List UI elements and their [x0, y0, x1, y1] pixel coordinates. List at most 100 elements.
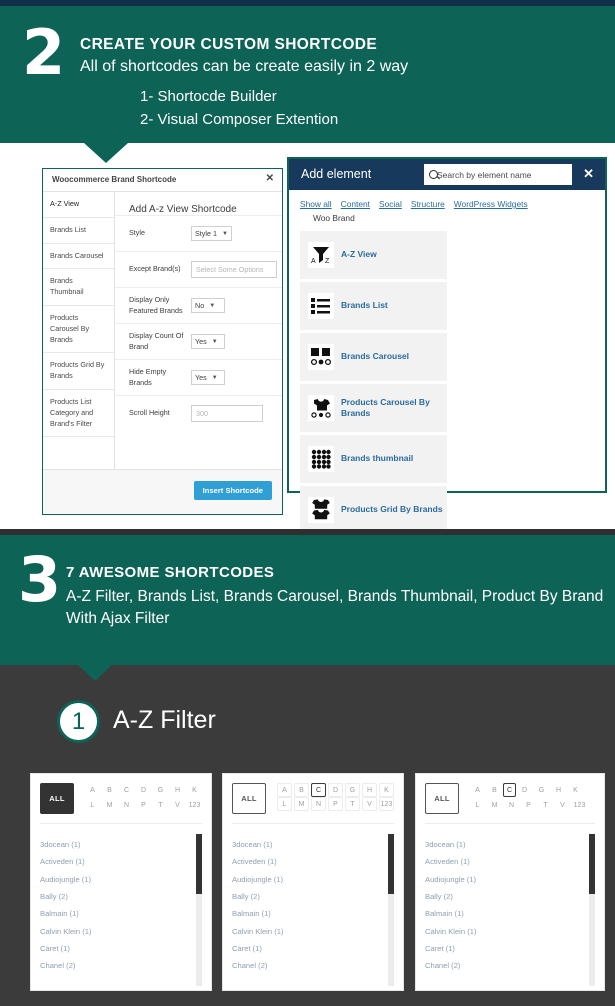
letter-t[interactable]: T — [345, 797, 360, 811]
sidebar-item-brands-thumbnail[interactable]: Brands Thumbnail — [43, 269, 114, 306]
letter-a[interactable]: A — [469, 783, 486, 798]
list-item[interactable]: Caret (1) — [232, 940, 394, 957]
letter-t[interactable]: T — [537, 798, 554, 813]
display-count-select[interactable]: Yes ▼ — [191, 334, 225, 349]
list-item[interactable]: Bally (2) — [40, 888, 202, 905]
element-products-carousel-by-brands[interactable]: Products Carousel By Brands — [300, 384, 447, 432]
all-button[interactable]: ALL — [40, 783, 74, 814]
tab-wordpress-widgets[interactable]: WordPress Widgets — [454, 199, 528, 209]
element-brands-carousel[interactable]: Brands Carousel — [300, 333, 447, 381]
list-item[interactable]: 3docean (1) — [232, 836, 394, 853]
letter-a[interactable]: A — [277, 783, 292, 797]
sidebar-item-a-z-view[interactable]: A-Z View — [43, 192, 114, 218]
letter-v[interactable]: V — [362, 797, 377, 811]
list-item[interactable]: 3docean (1) — [40, 836, 202, 853]
list-item[interactable]: Bally (2) — [232, 888, 394, 905]
letter-h[interactable]: H — [362, 783, 377, 797]
sidebar-item-products-list-category-brands-filter[interactable]: Products List Category and Brand's Filte… — [43, 390, 114, 438]
letter-c[interactable]: C — [118, 783, 135, 798]
scrollbar[interactable] — [388, 834, 394, 986]
element-products-grid-by-brands[interactable]: Products Grid By Brands — [300, 486, 447, 534]
letter-p[interactable]: P — [520, 798, 537, 813]
element-a-z-view[interactable]: AZ A-Z View — [300, 231, 447, 279]
element-brands-thumbnail[interactable]: Brands thumbnail — [300, 435, 447, 483]
list-item[interactable]: Balmain (1) — [40, 905, 202, 922]
list-item[interactable]: Audiojungle (1) — [232, 871, 394, 888]
letter-l[interactable]: L — [469, 798, 486, 813]
letter-h[interactable]: H — [550, 783, 567, 798]
list-item[interactable]: Bally (2) — [425, 888, 595, 905]
letter-m[interactable]: M — [101, 798, 118, 813]
letter-l[interactable]: L — [84, 798, 101, 813]
scroll-height-input[interactable]: 300 — [191, 405, 263, 422]
letter-m[interactable]: M — [486, 798, 503, 813]
letter-c[interactable]: C — [311, 783, 326, 797]
letter-c[interactable]: C — [503, 783, 516, 797]
scrollbar-thumb[interactable] — [589, 834, 595, 894]
list-item[interactable]: Calvin Klein (1) — [232, 923, 394, 940]
hide-empty-select[interactable]: Yes ▼ — [191, 370, 225, 385]
style-select[interactable]: Style 1 ▼ — [191, 226, 232, 241]
letter-v[interactable]: V — [169, 798, 186, 813]
letter-m[interactable]: M — [294, 797, 309, 811]
letter-n[interactable]: N — [311, 797, 326, 811]
letter-n[interactable]: N — [503, 798, 520, 813]
letter-k[interactable]: K — [186, 783, 203, 798]
scrollbar-thumb[interactable] — [196, 834, 202, 894]
scrollbar-thumb[interactable] — [388, 834, 394, 894]
letter-d[interactable]: D — [135, 783, 152, 798]
list-item[interactable]: Balmain (1) — [425, 905, 595, 922]
letter-v[interactable]: V — [554, 798, 571, 813]
tab-content[interactable]: Content — [341, 199, 370, 209]
list-item[interactable]: 3docean (1) — [425, 836, 595, 853]
sidebar-item-products-grid-by-brands[interactable]: Products Grid By Brands — [43, 353, 114, 390]
letter-d[interactable]: D — [516, 783, 533, 798]
letter-123[interactable]: 123 — [379, 797, 394, 811]
letter-p[interactable]: P — [135, 798, 152, 813]
letter-123[interactable]: 123 — [571, 798, 588, 813]
list-item[interactable]: Activeden (1) — [40, 853, 202, 870]
letter-b[interactable]: B — [486, 783, 503, 798]
except-brands-input[interactable]: Select Some Options — [191, 261, 277, 278]
sidebar-item-brands-list[interactable]: Brands List — [43, 218, 114, 244]
list-item[interactable]: Balmain (1) — [232, 905, 394, 922]
list-item[interactable]: Activeden (1) — [425, 853, 595, 870]
list-item[interactable]: Audiojungle (1) — [425, 871, 595, 888]
list-item[interactable]: Activeden (1) — [232, 853, 394, 870]
tab-social[interactable]: Social — [379, 199, 402, 209]
letter-k[interactable]: K — [567, 783, 584, 798]
letter-a[interactable]: A — [84, 783, 101, 798]
insert-shortcode-button[interactable]: Insert Shortcode — [193, 481, 272, 500]
letter-p[interactable]: P — [328, 797, 343, 811]
list-item[interactable]: Calvin Klein (1) — [425, 923, 595, 940]
letter-123[interactable]: 123 — [186, 798, 203, 813]
element-brands-list[interactable]: Brands List — [300, 282, 447, 330]
featured-brands-select[interactable]: No ▼ — [191, 298, 225, 313]
close-icon[interactable]: ✕ — [583, 166, 594, 182]
list-item[interactable]: Chanel (2) — [40, 957, 202, 974]
letter-d[interactable]: D — [328, 783, 343, 797]
letter-h[interactable]: H — [169, 783, 186, 798]
all-button[interactable]: ALL — [232, 783, 266, 814]
letter-g[interactable]: G — [152, 783, 169, 798]
list-item[interactable]: Caret (1) — [425, 940, 595, 957]
sidebar-item-brands-carousel[interactable]: Brands Carousel — [43, 244, 114, 270]
list-item[interactable]: Caret (1) — [40, 940, 202, 957]
close-icon[interactable]: ✕ — [266, 173, 274, 184]
letter-t[interactable]: T — [152, 798, 169, 813]
search-input[interactable]: Search by element name — [424, 164, 572, 185]
list-item[interactable]: Calvin Klein (1) — [40, 923, 202, 940]
letter-b[interactable]: B — [101, 783, 118, 798]
all-button[interactable]: ALL — [425, 783, 459, 814]
letter-n[interactable]: N — [118, 798, 135, 813]
letter-g[interactable]: G — [345, 783, 360, 797]
list-item[interactable]: Audiojungle (1) — [40, 871, 202, 888]
letter-g[interactable]: G — [533, 783, 550, 798]
tab-structure[interactable]: Structure — [411, 199, 445, 209]
list-item[interactable]: Chanel (2) — [232, 957, 394, 974]
list-item[interactable]: Chanel (2) — [425, 957, 595, 974]
letter-l[interactable]: L — [277, 797, 292, 811]
scrollbar[interactable] — [589, 834, 595, 986]
scrollbar[interactable] — [196, 834, 202, 986]
sidebar-item-products-carousel-by-brands[interactable]: Products Carousel By Brands — [43, 306, 114, 354]
